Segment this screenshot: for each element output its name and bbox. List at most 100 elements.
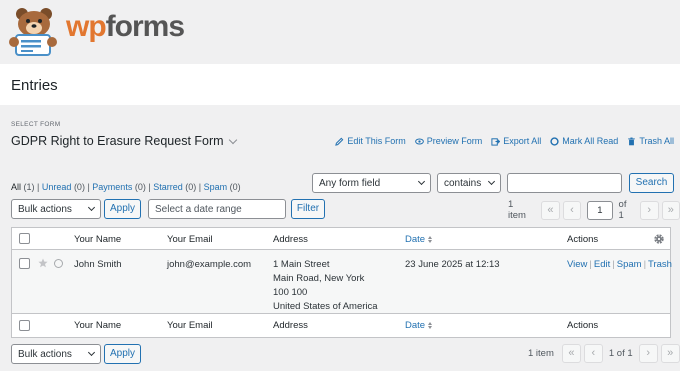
search-operator-value: contains [444,178,482,189]
pagination-top: 1 item « ‹ 1 of 1 › » [508,199,680,221]
column-your-email: Your Email [167,320,213,331]
chevron-down-icon [87,348,96,357]
circle-icon [550,136,559,146]
edit-form-link[interactable]: Edit This Form [335,136,406,146]
pagination-bottom: 1 item « ‹ 1 of 1 › » [528,344,680,363]
prev-page-button[interactable]: ‹ [583,344,603,363]
page-title: Entries [11,77,58,94]
column-your-email: Your Email [167,234,213,245]
preview-form-link[interactable]: Preview Form [414,136,483,146]
spam-entry-link[interactable]: Spam [617,259,642,270]
eye-icon [414,137,424,145]
chevron-down-icon [87,203,96,212]
sort-icon [428,236,433,243]
chevron-down-icon [417,177,426,186]
prev-page-button[interactable]: ‹ [562,200,582,220]
current-page-input[interactable]: 1 [587,200,613,220]
next-page-button[interactable]: › [639,200,659,220]
column-your-name: Your Name [74,234,122,245]
apply-button-bottom[interactable]: Apply [104,344,141,364]
trash-entry-link[interactable]: Trash [648,259,672,270]
title-bar: Entries [0,64,680,105]
page-indicator: 1 of 1 [608,348,633,359]
last-page-button[interactable]: » [661,200,680,220]
view-entry-link[interactable]: View [567,259,587,270]
column-date-sort[interactable]: Date [405,320,433,331]
export-all-label: Export All [503,136,542,146]
gear-icon[interactable] [653,233,665,245]
trash-icon [628,137,636,145]
address-line: United States of America [273,301,378,312]
star-icon[interactable] [38,258,48,268]
date-range-input[interactable]: Select a date range [148,199,286,219]
brand-forms: forms [105,10,185,43]
column-your-name: Your Name [74,320,122,331]
filter-unread[interactable]: Unread (0) [42,182,85,192]
total-pages: of 1 [618,199,627,221]
filter-spam[interactable]: Spam (0) [204,182,241,192]
first-page-button[interactable]: « [541,200,560,220]
trash-all-label: Trash All [639,136,674,146]
brand-wordmark: wpforms [66,10,185,44]
edit-entry-link[interactable]: Edit [594,259,610,270]
status-filters: All (1) | Unread (0) | Payments (0) | St… [11,182,241,192]
next-page-button[interactable]: › [638,344,658,363]
address-line: 100 100 [273,287,308,298]
chevron-down-icon [487,177,496,186]
entries-table: Your Name Your Email Address Date Action… [11,227,672,338]
search-operator-select[interactable]: contains [437,173,501,193]
form-select-dropdown[interactable]: GDPR Right to Erasure Request Form [11,134,237,148]
table-footer: Your Name Your Email Address Date Action… [12,314,670,337]
filter-all[interactable]: All (1) [11,182,35,192]
filter-payments[interactable]: Payments (0) [92,182,146,192]
select-form-label: SELECT FORM [11,121,61,128]
row-actions: View | Edit | Spam | Trash [567,259,672,270]
form-actions: Edit This Form Preview Form Export All M… [335,136,674,146]
bulk-actions-select[interactable]: Bulk actions [11,199,101,219]
filter-button[interactable]: Filter [291,199,325,219]
table-header: Your Name Your Email Address Date Action… [12,228,670,250]
search-field-select[interactable]: Any form field [312,173,431,193]
bear-mascot-icon [9,8,57,56]
top-bar: wpforms [0,0,680,64]
edit-form-label: Edit This Form [347,136,406,146]
brand-wp: wp [66,10,107,43]
entry-name: John Smith [74,259,122,270]
read-status-icon[interactable] [54,259,63,268]
preview-form-label: Preview Form [426,136,483,146]
last-page-button[interactable]: » [660,344,680,363]
export-all-link[interactable]: Export All [491,136,541,146]
mark-all-read-link[interactable]: Mark All Read [550,136,618,146]
select-all-checkbox[interactable] [19,233,30,244]
items-count: 1 item [528,348,554,359]
trash-all-link[interactable]: Trash All [627,136,674,146]
entry-address: 1 Main Street Main Road, New York 100 10… [273,258,378,314]
sort-icon [428,322,433,329]
filter-starred[interactable]: Starred (0) [153,182,196,192]
address-line: Main Road, New York [273,273,365,284]
search-input[interactable] [507,173,622,193]
search-button[interactable]: Search [629,173,674,193]
apply-button[interactable]: Apply [104,199,141,219]
items-count: 1 item [508,199,526,221]
address-line: 1 Main Street [273,259,330,270]
bulk-actions-value: Bulk actions [18,349,72,360]
export-icon [491,137,501,146]
column-date-sort[interactable]: Date [405,234,433,245]
bulk-actions-value: Bulk actions [18,204,72,215]
pencil-icon [335,137,344,146]
select-all-checkbox-footer[interactable] [19,320,30,331]
selected-form-name: GDPR Right to Erasure Request Form [11,134,224,148]
mark-all-read-label: Mark All Read [562,136,619,146]
entry-email: john@example.com [167,259,252,270]
bulk-actions-select-bottom[interactable]: Bulk actions [11,344,101,364]
row-checkbox[interactable] [19,258,30,269]
first-page-button[interactable]: « [561,344,581,363]
column-address: Address [273,234,308,245]
entry-date: 23 June 2025 at 12:13 [405,259,500,270]
column-actions: Actions [567,320,599,331]
chevron-down-icon [228,135,237,144]
table-row: John Smith john@example.com 1 Main Stree… [12,250,672,314]
column-actions: Actions [567,234,599,245]
column-address: Address [273,320,308,331]
